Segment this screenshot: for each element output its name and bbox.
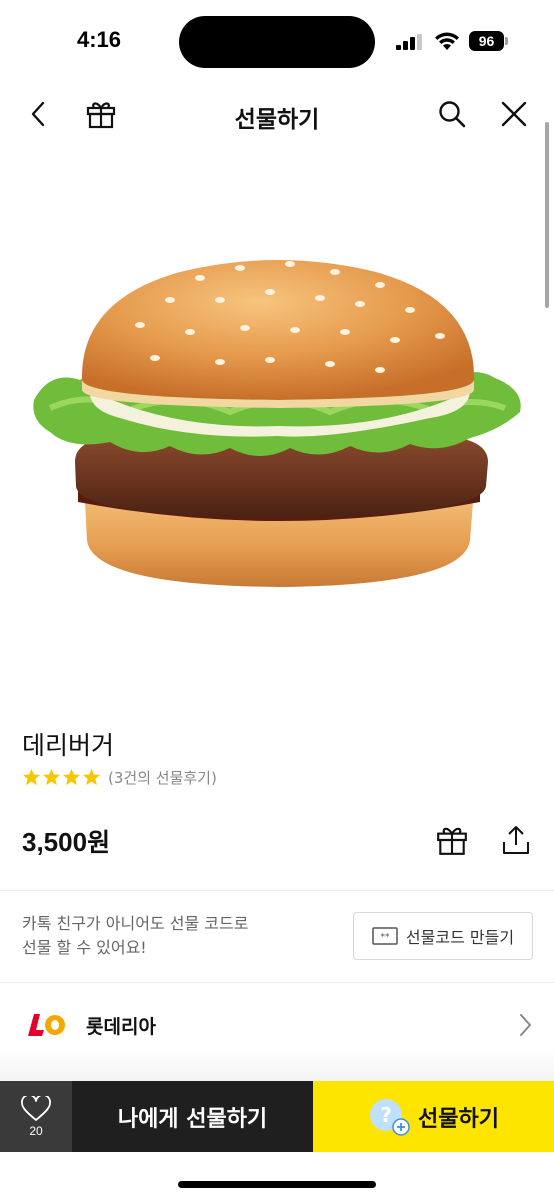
bottom-action-bar: 20 나에게 선물하기 ? 선물하기 (0, 1081, 554, 1152)
rating-stars (22, 768, 102, 787)
bottom-shadow (0, 1050, 554, 1082)
burger-image (33, 260, 521, 587)
create-gift-code-button[interactable]: ** 선물코드 만들기 (353, 912, 533, 960)
gift-code-desc-line2: 선물 할 수 있어요! (22, 938, 147, 957)
divider (0, 982, 554, 983)
send-gift-button[interactable]: ? 선물하기 (313, 1081, 554, 1152)
battery-level: 96 (469, 31, 504, 51)
scroll-indicator (545, 122, 549, 308)
divider (0, 890, 554, 891)
gift-friend-icon: ? (370, 1098, 410, 1136)
wifi-icon (435, 32, 459, 50)
svg-text:**: ** (380, 933, 390, 943)
review-count: (3건의 선물후기) (108, 769, 217, 787)
close-button[interactable] (494, 94, 534, 134)
star-icon (62, 768, 81, 786)
gift-to-self-button[interactable]: 나에게 선물하기 (72, 1081, 313, 1152)
gift-code-description: 카톡 친구가 아니어도 선물 코드로 선물 할 수 있어요! (22, 912, 248, 960)
battery-indicator: 96 (469, 31, 509, 51)
status-bar: 4:16 96 (0, 0, 554, 80)
create-gift-code-label: 선물코드 만들기 (405, 928, 515, 947)
star-icon (82, 768, 101, 786)
gift-action-button[interactable] (434, 822, 470, 858)
brand-name: 롯데리아 (86, 1016, 156, 1038)
search-icon (439, 101, 466, 128)
star-icon (22, 768, 41, 786)
search-button[interactable] (432, 94, 472, 134)
product-name: 데리버거 (22, 731, 115, 760)
gift-icon (437, 827, 467, 855)
status-time: 4:16 (77, 27, 122, 52)
gift-code-desc-line1: 카톡 친구가 아니어도 선물 코드로 (22, 914, 249, 933)
product-rating[interactable]: (3건의 선물후기) (22, 767, 217, 788)
share-icon (503, 826, 529, 854)
wish-button[interactable]: 20 (0, 1081, 72, 1152)
nav-header: 선물하기 (0, 80, 554, 150)
price-unit: 원 (87, 828, 111, 857)
product-price: 3,500원 (22, 823, 110, 859)
wish-count: 20 (29, 1123, 43, 1138)
signal-icon (396, 34, 422, 50)
dynamic-island (179, 16, 375, 68)
close-icon (501, 101, 527, 127)
price-number: 3,500 (22, 827, 88, 857)
lotteria-logo (28, 1014, 65, 1036)
battery-tip (505, 37, 508, 45)
ticket-icon: ** (372, 927, 398, 945)
share-button[interactable] (498, 822, 534, 858)
heart-icon (21, 1095, 51, 1121)
send-gift-label: 선물하기 (418, 1106, 499, 1132)
svg-text:?: ? (380, 1103, 392, 1127)
chevron-right-icon (520, 1014, 531, 1036)
home-indicator (178, 1181, 376, 1188)
star-icon (42, 768, 61, 786)
